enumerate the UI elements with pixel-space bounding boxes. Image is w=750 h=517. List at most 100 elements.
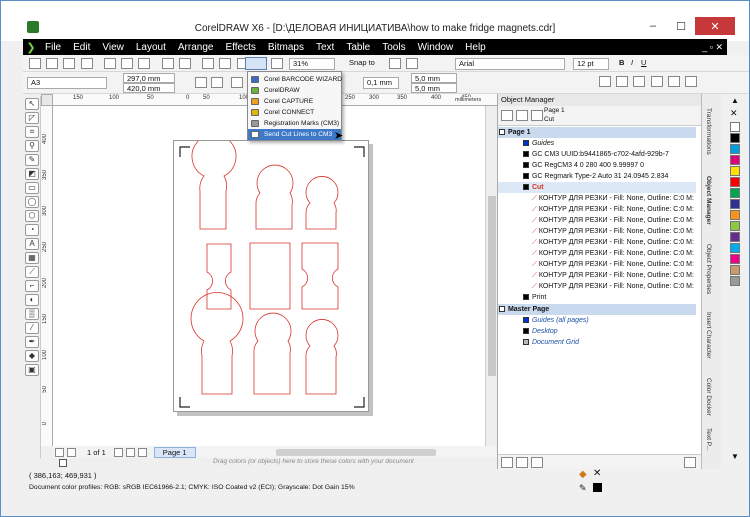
landscape-icon[interactable] <box>211 77 223 88</box>
duplicate-x-field[interactable]: 5,0 mm <box>411 73 457 83</box>
master-layer-document-grid[interactable]: Document Grid <box>498 337 696 348</box>
delete-icon[interactable] <box>684 457 696 468</box>
application-launcher-button[interactable] <box>245 57 267 70</box>
options-icon[interactable] <box>389 58 401 69</box>
scrollbar-thumb[interactable] <box>488 196 496 376</box>
menu-view[interactable]: View <box>96 42 130 53</box>
trim-icon[interactable] <box>616 76 629 87</box>
palette-swatch[interactable] <box>730 188 740 198</box>
layer-manager-icon[interactable] <box>531 110 543 121</box>
docker-tab-color-docker[interactable]: Color Docker <box>705 378 712 416</box>
ruler-origin-box[interactable] <box>41 94 53 106</box>
eyedropper-tool-icon[interactable]: ⁄ <box>25 322 39 334</box>
star-icon[interactable] <box>650 76 663 87</box>
font-list-field[interactable]: Arial <box>455 58 565 70</box>
undo-icon[interactable] <box>161 58 174 69</box>
master-page-node[interactable]: Master Page <box>498 304 696 315</box>
page-size-field[interactable]: A3 <box>27 77 107 89</box>
portrait-icon[interactable] <box>195 77 207 88</box>
page-tab[interactable]: Page 1 <box>153 446 196 458</box>
bold-button[interactable]: B <box>619 57 624 69</box>
next-page-icon[interactable] <box>113 447 123 457</box>
cut-contour-row[interactable]: ⟋ КОНТУР ДЛЯ РЕЗКИ - Fill: None, Outline… <box>498 215 696 226</box>
all-pages-icon[interactable] <box>231 77 243 88</box>
basic-shapes-tool-icon[interactable]: ◔ <box>25 224 39 236</box>
page-width-field[interactable]: 297,0 mm <box>123 73 175 83</box>
palette-swatch[interactable] <box>730 177 740 187</box>
close-button[interactable]: ✕ <box>695 17 735 35</box>
cut-contour-row[interactable]: ⟋ КОНТУР ДЛЯ РЕЗКИ - Fill: None, Outline… <box>498 270 696 281</box>
outline-indicator-icon[interactable]: ✎ <box>579 483 587 494</box>
launcher-menu-item[interactable]: CorelDRAW <box>248 85 341 96</box>
page-1-node[interactable]: Page 1 <box>498 127 696 138</box>
shape-tool-icon[interactable]: ◸ <box>25 112 39 124</box>
copy-icon[interactable] <box>121 58 134 69</box>
cut-icon[interactable] <box>103 58 116 69</box>
show-properties-icon[interactable] <box>501 110 513 121</box>
cut-contour-row[interactable]: ⟋ КОНТУР ДЛЯ РЕЗКИ - Fill: None, Outline… <box>498 237 696 248</box>
dimension-tool-icon[interactable]: ⟋ <box>25 266 39 278</box>
rectangle-tool-icon[interactable]: ▭ <box>25 182 39 194</box>
palette-swatch[interactable] <box>730 155 740 165</box>
ellipse-tool-icon[interactable]: ◯ <box>25 196 39 208</box>
collapse-icon[interactable] <box>499 306 505 313</box>
collapse-icon[interactable] <box>499 129 505 136</box>
first-page-icon[interactable] <box>55 447 64 457</box>
document-window-controls[interactable]: _ ▫ ✕ <box>702 42 723 53</box>
docker-tab-insert-character[interactable]: Insert Character <box>705 312 712 359</box>
launcher-menu-item[interactable]: Send Cut Lines to CM3 <box>248 129 341 140</box>
last-page-icon[interactable] <box>125 447 135 457</box>
minimize-button[interactable]: – <box>639 17 667 35</box>
previous-page-icon[interactable] <box>67 447 76 457</box>
vertical-scrollbar[interactable] <box>485 106 497 446</box>
table-tool-icon[interactable]: ▦ <box>25 252 39 264</box>
menu-window[interactable]: Window <box>412 42 460 53</box>
connector-tool-icon[interactable]: ⌐ <box>25 280 39 292</box>
palette-swatch[interactable] <box>730 166 740 176</box>
new-master-layer-all-icon[interactable] <box>531 457 543 468</box>
menu-effects[interactable]: Effects <box>219 42 261 53</box>
corel-connect-icon[interactable] <box>406 58 418 69</box>
object-row[interactable]: GC Regmark Type-2 Auto 31 24.0945 2.834 <box>498 171 696 182</box>
cut-contour-row[interactable]: ⟋ КОНТУР ДЛЯ РЕЗКИ - Fill: None, Outline… <box>498 226 696 237</box>
save-icon[interactable] <box>63 58 76 69</box>
menu-table[interactable]: Table <box>340 42 376 53</box>
palette-swatch[interactable] <box>730 133 740 143</box>
layer-print[interactable]: Print <box>498 292 696 303</box>
weld-icon[interactable] <box>599 76 611 87</box>
launcher-menu-item[interactable]: Corel BARCODE WIZARD <box>248 74 342 85</box>
object-row[interactable]: GC CM3 UUID:b9441865-c702-4afd-929b-7 <box>498 149 696 160</box>
italic-button[interactable]: I <box>631 57 633 69</box>
launcher-menu-item[interactable]: Corel CAPTURE <box>248 96 341 107</box>
underline-button[interactable]: U <box>641 57 646 69</box>
edit-across-layers-icon[interactable] <box>516 110 528 121</box>
polygon-tool-icon[interactable]: ⬡ <box>25 210 39 222</box>
cut-contour-row[interactable]: ⟋ КОНТУР ДЛЯ РЕЗКИ - Fill: None, Outline… <box>498 259 696 270</box>
docker-tab-object-manager[interactable]: Object Manager <box>705 176 712 225</box>
palette-swatch[interactable] <box>730 254 740 264</box>
palette-swatch[interactable] <box>730 221 740 231</box>
vertical-ruler[interactable]: 400 350 300 250 200 150 100 50 0 <box>41 106 53 446</box>
layer-guides[interactable]: Guides <box>498 138 696 149</box>
palette-swatch[interactable] <box>730 210 740 220</box>
docker-tab-text-properties[interactable]: Text P... <box>705 428 712 451</box>
master-layer-desktop[interactable]: Desktop <box>498 326 696 337</box>
master-layer-guides[interactable]: Guides (all pages) <box>498 315 696 326</box>
color-profile-info[interactable]: Document color profiles: RGB: sRGB IEC61… <box>29 484 355 491</box>
paste-icon[interactable] <box>138 58 151 69</box>
fill-tool-icon[interactable]: ◆ <box>25 350 39 362</box>
pick-tool-icon[interactable]: ↖ <box>25 98 39 110</box>
crop-tool-icon[interactable]: ⌗ <box>25 126 39 138</box>
intersect-icon[interactable] <box>633 76 646 87</box>
new-layer-icon[interactable] <box>501 457 513 468</box>
docker-tab-transformations[interactable]: Transformations <box>705 108 712 155</box>
layer-cut[interactable]: Cut <box>498 182 696 193</box>
docker-tab-object-properties[interactable]: Object Properties <box>705 244 712 294</box>
welcome-screen-icon[interactable] <box>271 58 283 69</box>
add-page-icon[interactable] <box>137 447 147 457</box>
palette-scroll-up-icon[interactable]: ▲ <box>731 96 739 105</box>
cut-contour-row[interactable]: ⟋ КОНТУР ДЛЯ РЕЗКИ - Fill: None, Outline… <box>498 248 696 259</box>
page-height-field[interactable]: 420,0 mm <box>123 83 175 93</box>
horizontal-scrollbar[interactable] <box>275 448 436 456</box>
font-size-field[interactable]: 12 pt <box>573 58 609 70</box>
